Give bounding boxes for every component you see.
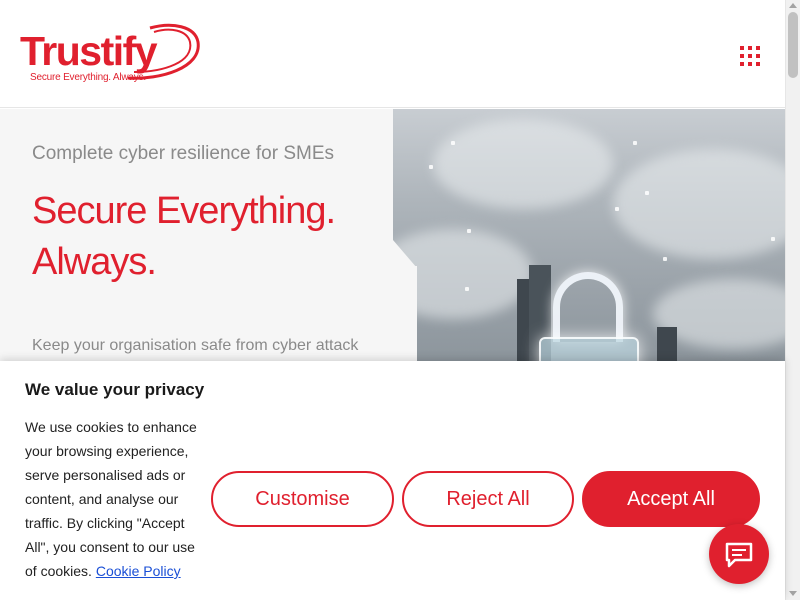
hero-image	[393, 109, 785, 369]
cookie-text-body: We use cookies to enhance your browsing …	[25, 419, 197, 579]
logo-wordmark: Trustify	[20, 28, 158, 74]
cookie-banner: We value your privacy We use cookies to …	[0, 361, 785, 600]
cookie-banner-title: We value your privacy	[25, 380, 205, 399]
hero-subtitle: Complete cyber resilience for SMEs	[32, 143, 334, 164]
cookie-policy-link[interactable]: Cookie Policy	[96, 563, 181, 579]
grid-menu-icon[interactable]	[738, 44, 762, 68]
trustify-logo[interactable]: Trustify Secure Everything. Always.	[20, 20, 205, 86]
lock-shackle	[553, 272, 623, 342]
chat-button[interactable]	[709, 524, 769, 584]
scroll-thumb[interactable]	[788, 12, 798, 78]
hero-notch	[393, 240, 417, 268]
scroll-down-arrow-icon[interactable]	[789, 591, 797, 596]
customise-button[interactable]: Customise	[211, 471, 394, 527]
logo-tagline: Secure Everything. Always.	[30, 72, 146, 83]
hero-title: Secure Everything. Always.	[32, 186, 336, 288]
page-scrollbar[interactable]	[785, 0, 800, 600]
chat-bubble-icon	[725, 542, 753, 568]
reject-all-button[interactable]: Reject All	[402, 471, 574, 527]
site-header: Trustify Secure Everything. Always.	[0, 0, 785, 108]
cookie-banner-text: We use cookies to enhance your browsing …	[25, 415, 200, 583]
hero-title-line1: Secure Everything.	[32, 190, 336, 232]
accept-all-button[interactable]: Accept All	[582, 471, 760, 527]
hero-title-line2: Always.	[32, 241, 157, 283]
hero-notch-fill	[393, 266, 417, 376]
hero-body: Keep your organisation safe from cyber a…	[32, 337, 359, 354]
scroll-up-arrow-icon[interactable]	[789, 3, 797, 8]
